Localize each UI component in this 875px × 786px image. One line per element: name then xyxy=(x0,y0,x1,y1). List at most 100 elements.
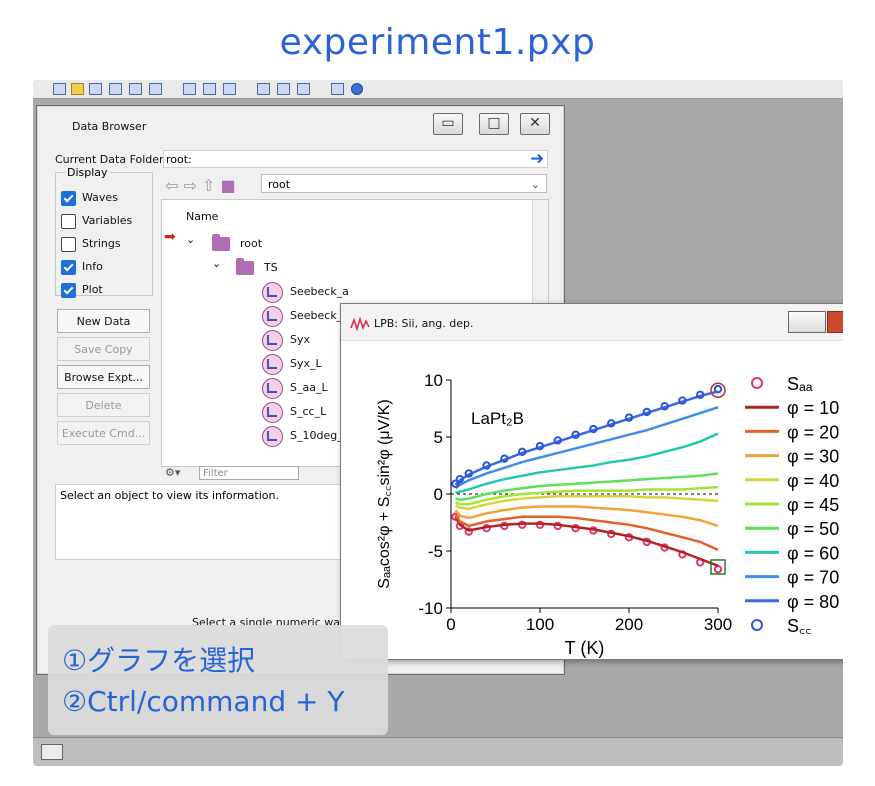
filter-input[interactable]: Filter xyxy=(199,466,299,480)
graph-window[interactable]: LPB: Sii, ang. dep. -10 -5 0 5 10 0 100 200 300 T… xyxy=(340,303,843,660)
series-line xyxy=(454,516,719,567)
y-tick-label: 10 xyxy=(424,371,443,390)
new-data-folder-button[interactable]: New Data Folder xyxy=(57,309,150,351)
wave-icon xyxy=(262,330,283,351)
save-copy-button[interactable]: Save Copy xyxy=(57,337,150,361)
checkbox-label: Strings xyxy=(82,237,121,250)
print-icon[interactable] xyxy=(109,83,122,95)
data-point xyxy=(713,565,723,574)
chart-annotation: LaPt₂B xyxy=(471,409,524,428)
y-tick-label: 0 xyxy=(434,485,443,504)
y-tick-label: -10 xyxy=(418,599,443,618)
minimize-button[interactable]: ▭ xyxy=(433,113,463,135)
chevron-down-icon[interactable]: ⌄ xyxy=(186,233,195,246)
command-window-icon[interactable] xyxy=(41,744,63,760)
x-tick-label: 0 xyxy=(446,615,455,634)
legend-label: S꜀꜀ xyxy=(787,616,811,636)
data-point xyxy=(713,384,723,394)
legend-label: φ = 10 xyxy=(787,398,839,418)
help-icon[interactable] xyxy=(331,83,344,95)
split-icon[interactable] xyxy=(277,83,290,95)
tree-item-ts[interactable]: TS xyxy=(264,261,278,274)
y-tick-label: -5 xyxy=(428,542,443,561)
tree-item-root[interactable]: root xyxy=(240,237,262,250)
checkbox-box[interactable] xyxy=(61,214,76,229)
save-icon[interactable] xyxy=(89,83,102,95)
checkbox-box[interactable] xyxy=(61,283,76,298)
close-button[interactable]: ✕ xyxy=(520,113,550,135)
checkbox-label: Waves xyxy=(82,191,118,204)
tree-item-wave[interactable]: Seebeck_ xyxy=(290,309,342,322)
append-icon[interactable] xyxy=(257,83,270,95)
notebook-icon[interactable] xyxy=(223,83,236,95)
checkbox-box[interactable] xyxy=(61,191,76,206)
go-arrow-icon[interactable]: ➜ xyxy=(530,150,544,168)
x-tick-label: 200 xyxy=(615,615,643,634)
wave-icon xyxy=(262,426,283,447)
current-folder-arrow-icon: ➡ xyxy=(164,229,176,245)
graph-window-title: LPB: Sii, ang. dep. xyxy=(374,317,474,330)
current-folder-label: Current Data Folder: xyxy=(55,153,168,166)
current-folder-field[interactable]: root: xyxy=(163,150,548,168)
wave-icon xyxy=(262,306,283,327)
tree-item-wave[interactable]: Syx_L xyxy=(290,357,322,370)
x-tick-label: 300 xyxy=(704,615,732,634)
chevron-down-icon[interactable]: ⌄ xyxy=(212,257,221,270)
open-folder-icon[interactable] xyxy=(71,83,84,95)
legend-label: φ = 70 xyxy=(787,568,839,588)
maximize-button[interactable]: □ xyxy=(479,113,509,135)
x-axis-label: T (K) xyxy=(565,638,605,658)
graph-minimize-button[interactable] xyxy=(788,311,826,333)
delete-button[interactable]: Delete xyxy=(57,393,150,417)
checkbox-label: Info xyxy=(82,260,103,273)
legend-label: Sₐₐ xyxy=(787,374,813,394)
graph-icon[interactable] xyxy=(149,83,162,95)
tree-item-wave[interactable]: S_cc_L xyxy=(290,405,326,418)
y-axis-label: Sₐₐcos²φ + S꜀꜀sin²φ (μV/K) xyxy=(376,399,393,588)
legend-label: φ = 30 xyxy=(787,447,839,467)
info-panel: Select an object to view its information… xyxy=(55,484,357,560)
up-arrow-icon[interactable]: ⇧ xyxy=(202,176,215,195)
checkbox-label: Variables xyxy=(82,214,133,227)
legend-label: φ = 80 xyxy=(787,592,839,612)
back-arrow-icon[interactable]: ⇦ xyxy=(165,176,178,195)
set-folder-icon[interactable]: ■ xyxy=(221,176,236,195)
execute-cmd-button[interactable]: Execute Cmd... xyxy=(57,421,150,445)
tree-item-wave[interactable]: S_aa_L xyxy=(290,381,328,394)
legend-label: φ = 20 xyxy=(787,422,839,442)
tree-item-wave[interactable]: Seebeck_a xyxy=(290,285,349,298)
data-browser-title: Data Browser xyxy=(72,120,147,133)
forward-arrow-icon[interactable]: ⇨ xyxy=(184,176,197,195)
tree-item-wave[interactable]: Syx xyxy=(290,333,310,346)
tree-item-wave[interactable]: S_10deg_ xyxy=(290,429,343,442)
join-icon[interactable] xyxy=(297,83,310,95)
series-line xyxy=(454,505,719,528)
filter-gear-icon[interactable]: ⚙▾ xyxy=(165,466,180,479)
folder-select[interactable]: root ⌄ xyxy=(261,174,547,193)
legend-marker xyxy=(751,619,763,631)
display-label: Display xyxy=(65,166,110,179)
wave-icon xyxy=(262,402,283,423)
plot-area[interactable]: -10-505100 100 200 300T (K)Sₐₐcos²φ + S꜀꜀si… xyxy=(341,340,843,659)
checkbox-box[interactable] xyxy=(61,237,76,252)
browse-expt-button[interactable]: Browse Expt... xyxy=(57,365,150,389)
tree-header-name[interactable]: Name xyxy=(186,210,218,223)
legend-label: φ = 45 xyxy=(787,495,839,515)
graph-window-icon xyxy=(350,316,370,332)
graph-titlebar[interactable]: LPB: Sii, ang. dep. xyxy=(341,304,843,341)
wave-icon xyxy=(262,354,283,375)
info-icon[interactable] xyxy=(351,83,363,95)
checkbox-box[interactable] xyxy=(61,260,76,275)
wave-icon xyxy=(262,282,283,303)
table-icon[interactable] xyxy=(129,83,142,95)
wave-icon xyxy=(262,378,283,399)
info-text: Select an object to view its information… xyxy=(60,489,279,502)
instruction-step-2: ②Ctrl/command + Y xyxy=(62,685,345,718)
new-icon[interactable] xyxy=(53,83,66,95)
nav-icons: ⇦ ⇨ ⇧ ■ xyxy=(165,176,236,195)
instruction-step-1: ①グラフを選択 xyxy=(62,644,256,677)
layout-icon[interactable] xyxy=(203,83,216,95)
data-browser-titlebar[interactable]: Data Browser ▭ □ ✕ xyxy=(37,106,564,144)
procedure-icon[interactable] xyxy=(183,83,196,95)
graph-close-button[interactable] xyxy=(827,311,843,333)
